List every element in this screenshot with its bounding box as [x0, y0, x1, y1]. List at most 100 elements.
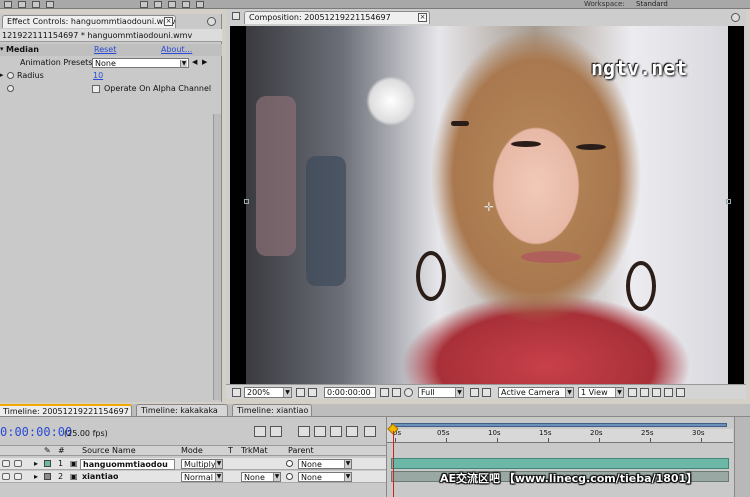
chevron-down-icon: ▼	[565, 388, 573, 397]
col-source-name[interactable]: Source Name	[82, 446, 136, 455]
about-link[interactable]: About...	[161, 45, 192, 54]
label-color[interactable]	[44, 460, 51, 467]
always-preview-icon[interactable]	[232, 388, 241, 397]
region-of-interest-icon[interactable]	[470, 388, 479, 397]
draft-3d-icon[interactable]	[298, 426, 310, 437]
current-time-line	[393, 431, 394, 497]
table-row[interactable]: ▸ 2 ▣ xiantiao Normal ▼ None ▼ None ▼	[0, 471, 386, 483]
tool-icon[interactable]	[140, 1, 148, 8]
hide-shy-layers-icon[interactable]	[314, 426, 326, 437]
expand-triangle-icon[interactable]: ▾	[0, 45, 4, 53]
panel-menu-icon[interactable]	[731, 13, 740, 22]
tab-timeline-main[interactable]: Timeline: 20051219221154697	[0, 404, 132, 416]
layer-name[interactable]: hanguommtiaodou	[80, 459, 175, 470]
close-icon[interactable]: ×	[164, 17, 173, 26]
expand-triangle-icon[interactable]: ▸	[0, 71, 4, 79]
chevron-down-icon: ▼	[273, 473, 280, 481]
preset-prev-icon[interactable]: ◀	[192, 58, 197, 66]
mask-view-icon[interactable]	[308, 388, 317, 397]
tool-icon[interactable]	[18, 1, 26, 8]
audio-icon[interactable]	[14, 473, 22, 480]
timeline-icon[interactable]	[652, 388, 661, 397]
layer-handle[interactable]	[726, 199, 731, 204]
tool-icon[interactable]	[4, 1, 12, 8]
close-icon[interactable]: ×	[418, 13, 427, 22]
time-ruler[interactable]: 0s 05s 10s 15s 20s 25s 30s	[387, 429, 733, 443]
comp-mini-flowchart-icon[interactable]	[254, 426, 266, 437]
layer-duration-bar[interactable]	[391, 458, 729, 469]
fast-previews-icon[interactable]	[640, 388, 649, 397]
view-layout-dropdown[interactable]: 1 View ▼	[578, 387, 624, 398]
anchor-point-icon[interactable]: ✛	[484, 200, 494, 214]
timeline-scrollbar[interactable]	[734, 417, 750, 497]
alpha-label: Operate On Alpha Channel	[104, 84, 212, 93]
col-num: #	[58, 446, 65, 455]
tool-icon[interactable]	[46, 1, 54, 8]
expand-triangle-icon[interactable]: ▸	[34, 459, 38, 468]
camera-snapshot-icon[interactable]	[380, 388, 389, 397]
resolution-value: Full	[421, 388, 435, 397]
tool-icon[interactable]	[154, 1, 162, 8]
eye-icon[interactable]	[2, 460, 10, 467]
expand-triangle-icon[interactable]: ▸	[34, 472, 38, 481]
radius-value[interactable]: 10	[93, 71, 103, 80]
stopwatch-icon[interactable]	[7, 85, 14, 92]
layer-name[interactable]: xiantiao	[82, 472, 118, 481]
flowchart-icon[interactable]	[664, 388, 673, 397]
camera-dropdown[interactable]: Active Camera ▼	[498, 387, 574, 398]
comp-timecode[interactable]: 0:00:00:00	[324, 387, 376, 398]
toggle-pixel-aspect-icon[interactable]	[628, 388, 637, 397]
pickwhip-icon[interactable]	[286, 460, 293, 467]
col-mode: Mode	[181, 446, 203, 455]
live-update-icon[interactable]	[270, 426, 282, 437]
eye-icon[interactable]	[2, 473, 10, 480]
trkmat-dropdown[interactable]: None ▼	[241, 472, 281, 482]
safe-zones-icon[interactable]	[296, 388, 305, 397]
label-color[interactable]	[44, 473, 51, 480]
forum-watermark: AE交流区吧 【www.linecg.com/tieba/1801】	[440, 472, 698, 485]
frame-blending-icon[interactable]	[330, 426, 342, 437]
reset-exposure-icon[interactable]	[676, 388, 685, 397]
reset-link[interactable]: Reset	[94, 45, 116, 54]
mode-dropdown[interactable]: Normal ▼	[181, 472, 223, 482]
work-area-bar[interactable]	[391, 423, 727, 427]
tab-composition[interactable]: Composition: 20051219221154697 ×	[244, 11, 430, 24]
tab-timeline-xiantiao[interactable]: Timeline: xiantiao	[232, 404, 312, 416]
parent-dropdown[interactable]: None ▼	[298, 472, 352, 482]
tool-icon[interactable]	[32, 1, 40, 8]
tool-icon[interactable]	[182, 1, 190, 8]
motion-blur-icon[interactable]	[346, 426, 358, 437]
lock-icon[interactable]	[232, 12, 240, 20]
preset-next-icon[interactable]: ▶	[202, 58, 207, 66]
brainstorm-icon[interactable]	[364, 426, 376, 437]
presets-dropdown[interactable]: None ▼	[92, 58, 189, 68]
workspace-select[interactable]: Standard	[636, 0, 668, 8]
resolution-dropdown[interactable]: Full ▼	[418, 387, 464, 398]
transparency-grid-icon[interactable]	[482, 388, 491, 397]
tool-icon[interactable]	[196, 1, 204, 8]
parent-dropdown[interactable]: None ▼	[298, 459, 352, 469]
tool-icon[interactable]	[168, 1, 176, 8]
tab-timeline-kakakaka[interactable]: Timeline: kakakaka	[136, 404, 228, 416]
tab-label: Composition: 20051219221154697	[249, 13, 391, 22]
mode-dropdown[interactable]: Multiply ▼	[181, 459, 223, 469]
alpha-row: Operate On Alpha Channel	[0, 83, 222, 95]
ec-scrollbar[interactable]	[213, 114, 221, 400]
channel-icon[interactable]	[404, 388, 413, 397]
table-row[interactable]: ▸ 1 ▣ hanguommtiaodou Multiply ▼ None ▼	[0, 458, 386, 470]
zoom-dropdown[interactable]: 200% ▼	[244, 387, 292, 398]
timeline-timecode[interactable]: 0:00:00:00	[0, 425, 72, 439]
composition-viewer[interactable]: ngtv.net ✛	[230, 26, 744, 390]
alpha-checkbox[interactable]	[92, 85, 100, 93]
stopwatch-icon[interactable]	[7, 72, 14, 79]
tab-effect-controls[interactable]: Effect Controls: hanguommtiaodouni.wmv ×	[2, 15, 176, 28]
col-parent: Parent	[288, 446, 314, 455]
pickwhip-icon[interactable]	[286, 473, 293, 480]
layer-handle[interactable]	[244, 199, 249, 204]
show-snapshot-icon[interactable]	[392, 388, 401, 397]
chevron-down-icon: ▼	[215, 473, 222, 481]
audio-icon[interactable]	[14, 460, 22, 467]
effect-row-median[interactable]: ▾ Median Reset About...	[0, 44, 222, 56]
panel-menu-icon[interactable]	[207, 17, 216, 26]
col-trkmat: TrkMat	[241, 446, 268, 455]
